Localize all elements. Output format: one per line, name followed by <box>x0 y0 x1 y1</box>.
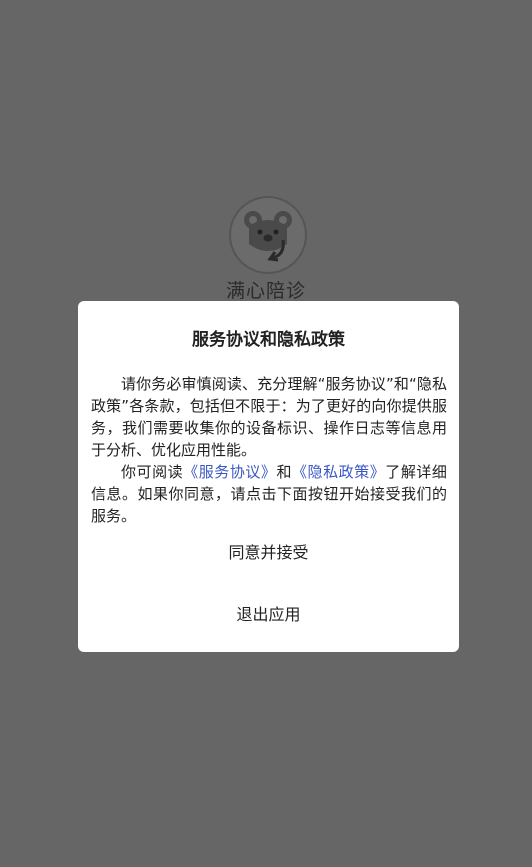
dialog-body: 请你务必审慎阅读、充分理解“服务协议”和“隐私政策”各条款，包括但不限于：为了更… <box>91 373 447 527</box>
dialog-title: 服务协议和隐私政策 <box>192 330 345 350</box>
exit-app-button[interactable]: 退出应用 <box>78 601 459 625</box>
paragraph-2-prefix: 你可阅读 <box>121 463 184 481</box>
paragraph-2-and: 和 <box>276 463 293 481</box>
app-name: 满心陪诊 <box>225 280 306 302</box>
agree-button[interactable]: 同意并接受 <box>78 539 459 563</box>
koala-logo-icon <box>229 196 307 274</box>
service-agreement-link[interactable]: 《服务协议》 <box>183 463 276 481</box>
dialog-paragraph-1: 请你务必审慎阅读、充分理解“服务协议”和“隐私政策”各条款，包括但不限于：为了更… <box>91 375 447 459</box>
dialog-paragraph-2: 你可阅读《服务协议》和《隐私政策》了解详细信息。如果你同意，请点击下面按钮开始接… <box>91 461 447 527</box>
privacy-policy-link[interactable]: 《隐私政策》 <box>292 463 385 481</box>
privacy-dialog: 服务协议和隐私政策 请你务必审慎阅读、充分理解“服务协议”和“隐私政策”各条款，… <box>78 301 459 652</box>
